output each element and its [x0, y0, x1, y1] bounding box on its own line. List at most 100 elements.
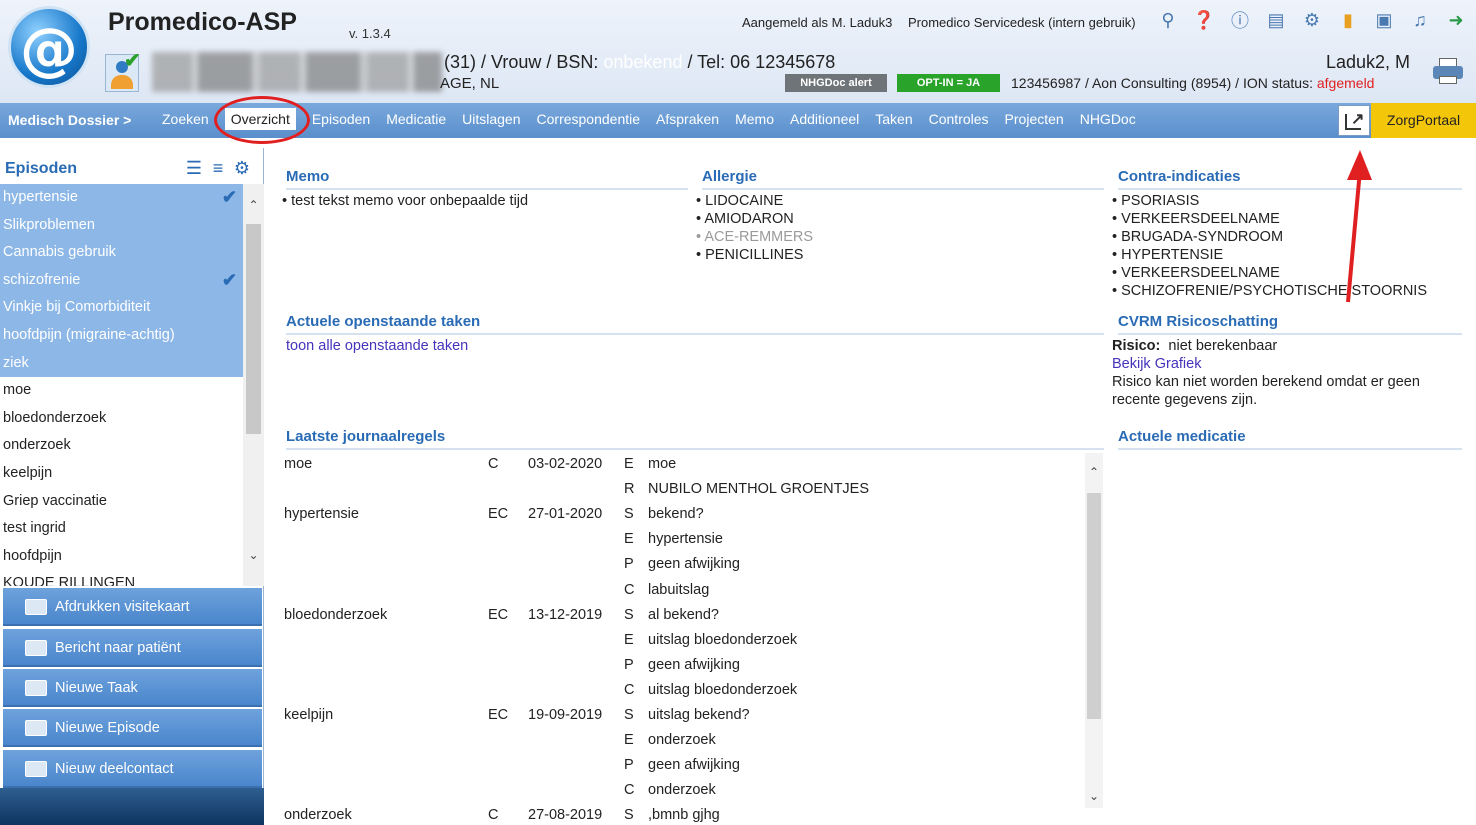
nav-section-title[interactable]: Medisch Dossier >: [8, 112, 131, 128]
journal-code: P: [624, 757, 634, 774]
journal-code: P: [624, 556, 634, 573]
journal-scrollbar[interactable]: ⌃ ⌄: [1085, 453, 1103, 808]
action-button-2[interactable]: Nieuwe Taak: [3, 669, 262, 707]
nhgdoc-alert-badge[interactable]: NHGDoc alert: [785, 74, 887, 92]
contra-item: VERKEERSDEELNAME: [1112, 264, 1467, 282]
episode-item[interactable]: moe: [0, 377, 243, 405]
print-card-icon: [25, 599, 47, 615]
ion-status: afgemeld: [1316, 75, 1375, 91]
episode-item[interactable]: test ingrid: [0, 515, 243, 543]
journal-text: labuitslag: [648, 581, 710, 598]
list-view-icon[interactable]: ☰: [184, 158, 204, 178]
journal-code: R: [624, 481, 635, 498]
sidebar-icons: ☰ ≡ ⚙: [184, 158, 252, 178]
scroll-thumb[interactable]: [1087, 493, 1101, 719]
exit-icon[interactable]: ➜: [1444, 8, 1468, 32]
settings-icon[interactable]: ⚙: [1300, 8, 1324, 32]
episode-label: keelpijn: [3, 464, 53, 481]
taken-title: Actuele openstaande taken: [286, 313, 1104, 335]
episode-label: Cannabis gebruik: [3, 244, 116, 261]
tab-projecten[interactable]: Projecten: [1005, 111, 1064, 127]
scroll-up-icon[interactable]: ⌃: [243, 198, 264, 212]
notify-icon[interactable]: ♫: [1408, 8, 1432, 32]
patient-verified-check-icon: ✔: [124, 50, 141, 72]
tab-uitslagen[interactable]: Uitslagen: [462, 111, 520, 127]
tab-correspondentie[interactable]: Correspondentie: [537, 111, 641, 127]
app-header: @ Promedico-ASP v. 1.3.4 Aangemeld als M…: [0, 0, 1476, 103]
network-icon[interactable]: ⚲: [1156, 8, 1180, 32]
print-icon[interactable]: [1433, 58, 1463, 84]
episode-list: hypertensie ✔ Slikproblemen Cannabis gebrui…: [0, 184, 243, 586]
sidebar-footer: [0, 788, 264, 825]
sidebar-header: Episoden ☰ ≡ ⚙: [0, 148, 264, 184]
tab-memo[interactable]: Memo: [735, 111, 774, 127]
journal-text: uitslag bloedonderzoek: [648, 681, 798, 698]
episode-item[interactable]: Griep vaccinatie: [0, 488, 243, 516]
tab-nhgdoc[interactable]: NHGDoc: [1080, 111, 1136, 127]
journal-date: 03-02-2020: [528, 456, 603, 472]
episode-item[interactable]: Vinkje bij Comorbiditeit: [0, 294, 243, 322]
episode-item[interactable]: schizofrenie ✔: [0, 266, 243, 295]
tab-taken[interactable]: Taken: [875, 111, 912, 127]
allergie-title: Allergie: [702, 168, 1104, 190]
contra-item: VERKEERSDEELNAME: [1112, 210, 1467, 228]
scroll-up-icon[interactable]: ⌃: [1085, 465, 1103, 479]
journal-text: geen afwijking: [648, 656, 740, 673]
scroll-down-icon[interactable]: ⌄: [1085, 789, 1103, 803]
journal-text: uitslag bloedonderzoek: [648, 631, 798, 648]
ion-status-line: 123456987 / Aon Consulting (8954) / ION …: [1011, 75, 1374, 91]
promedico-logo: @: [8, 6, 90, 88]
tab-controles[interactable]: Controles: [929, 111, 989, 127]
episode-item[interactable]: hoofdpijn (migraine-achtig): [0, 321, 243, 350]
journal-text: hypertensie: [648, 531, 723, 548]
patient-name-redacted: [152, 52, 442, 92]
episode-item[interactable]: onderzoek: [0, 432, 243, 460]
journal-episode: keelpijn: [284, 707, 334, 723]
tab-episoden[interactable]: Episoden: [312, 111, 370, 127]
episode-item[interactable]: Cannabis gebruik: [0, 239, 243, 267]
episode-scrollbar[interactable]: ⌃ ⌄: [243, 184, 264, 586]
compact-list-icon[interactable]: ≡: [208, 158, 228, 178]
episode-item[interactable]: keelpijn: [0, 460, 243, 488]
episode-item[interactable]: KOUDE RILLINGEN: [0, 570, 243, 586]
action-button-1[interactable]: Bericht naar patiënt: [3, 629, 262, 667]
journal-code: E: [624, 531, 634, 548]
episode-item[interactable]: Slikproblemen: [0, 211, 243, 240]
journal-code: C: [624, 681, 635, 698]
episode-item[interactable]: hoofdpijn: [0, 543, 243, 571]
action-button-0[interactable]: Afdrukken visitekaart: [3, 588, 262, 626]
journal-code: S: [624, 606, 634, 623]
external-link-icon[interactable]: ↗: [1338, 105, 1370, 136]
bekijk-grafiek-link[interactable]: Bekijk Grafiek: [1112, 356, 1201, 372]
search-doc-icon[interactable]: ▣: [1372, 8, 1396, 32]
action-button-3[interactable]: Nieuwe Episode: [3, 709, 262, 747]
tab-additioneel[interactable]: Additioneel: [790, 111, 859, 127]
zorgportaal-button[interactable]: ZorgPortaal: [1371, 103, 1476, 138]
journal-text: onderzoek: [648, 732, 716, 749]
action-label: Nieuwe Episode: [55, 720, 160, 736]
help-person-icon[interactable]: ❓: [1192, 8, 1216, 32]
tab-zoeken[interactable]: Zoeken: [162, 111, 209, 127]
patient-address: AGE, NL: [440, 75, 500, 92]
journal-episode: moe: [284, 456, 313, 472]
gear-icon[interactable]: ⚙: [232, 158, 252, 178]
episode-item[interactable]: bloedonderzoek: [0, 405, 243, 433]
folder-icon[interactable]: ▮: [1336, 8, 1360, 32]
tab-medicatie[interactable]: Medicatie: [386, 111, 446, 127]
folder-icon: [25, 640, 47, 656]
help-icon[interactable]: ⓘ: [1228, 8, 1252, 32]
document-icon[interactable]: ▤: [1264, 8, 1288, 32]
scroll-down-icon[interactable]: ⌄: [243, 548, 264, 562]
tab-afspraken[interactable]: Afspraken: [656, 111, 719, 127]
insurer-info: 123456987 / Aon Consulting (8954) / ION …: [1011, 75, 1317, 91]
contra-item: BRUGADA-SYNDROOM: [1112, 228, 1467, 246]
journal-code: C: [624, 782, 635, 799]
action-button-4[interactable]: Nieuw deelcontact: [3, 750, 262, 788]
taken-link[interactable]: toon alle openstaande taken: [286, 337, 468, 355]
episode-item[interactable]: hypertensie ✔: [0, 184, 243, 212]
optin-badge[interactable]: OPT-IN = JA: [897, 74, 1000, 92]
episode-item[interactable]: ziek: [0, 349, 243, 378]
checkmark-icon: ✔: [221, 269, 237, 290]
scroll-thumb[interactable]: [246, 224, 261, 434]
allergie-list: LIDOCAINEAMIODARONACE-REMMERSPENICILLINE…: [696, 192, 1101, 264]
